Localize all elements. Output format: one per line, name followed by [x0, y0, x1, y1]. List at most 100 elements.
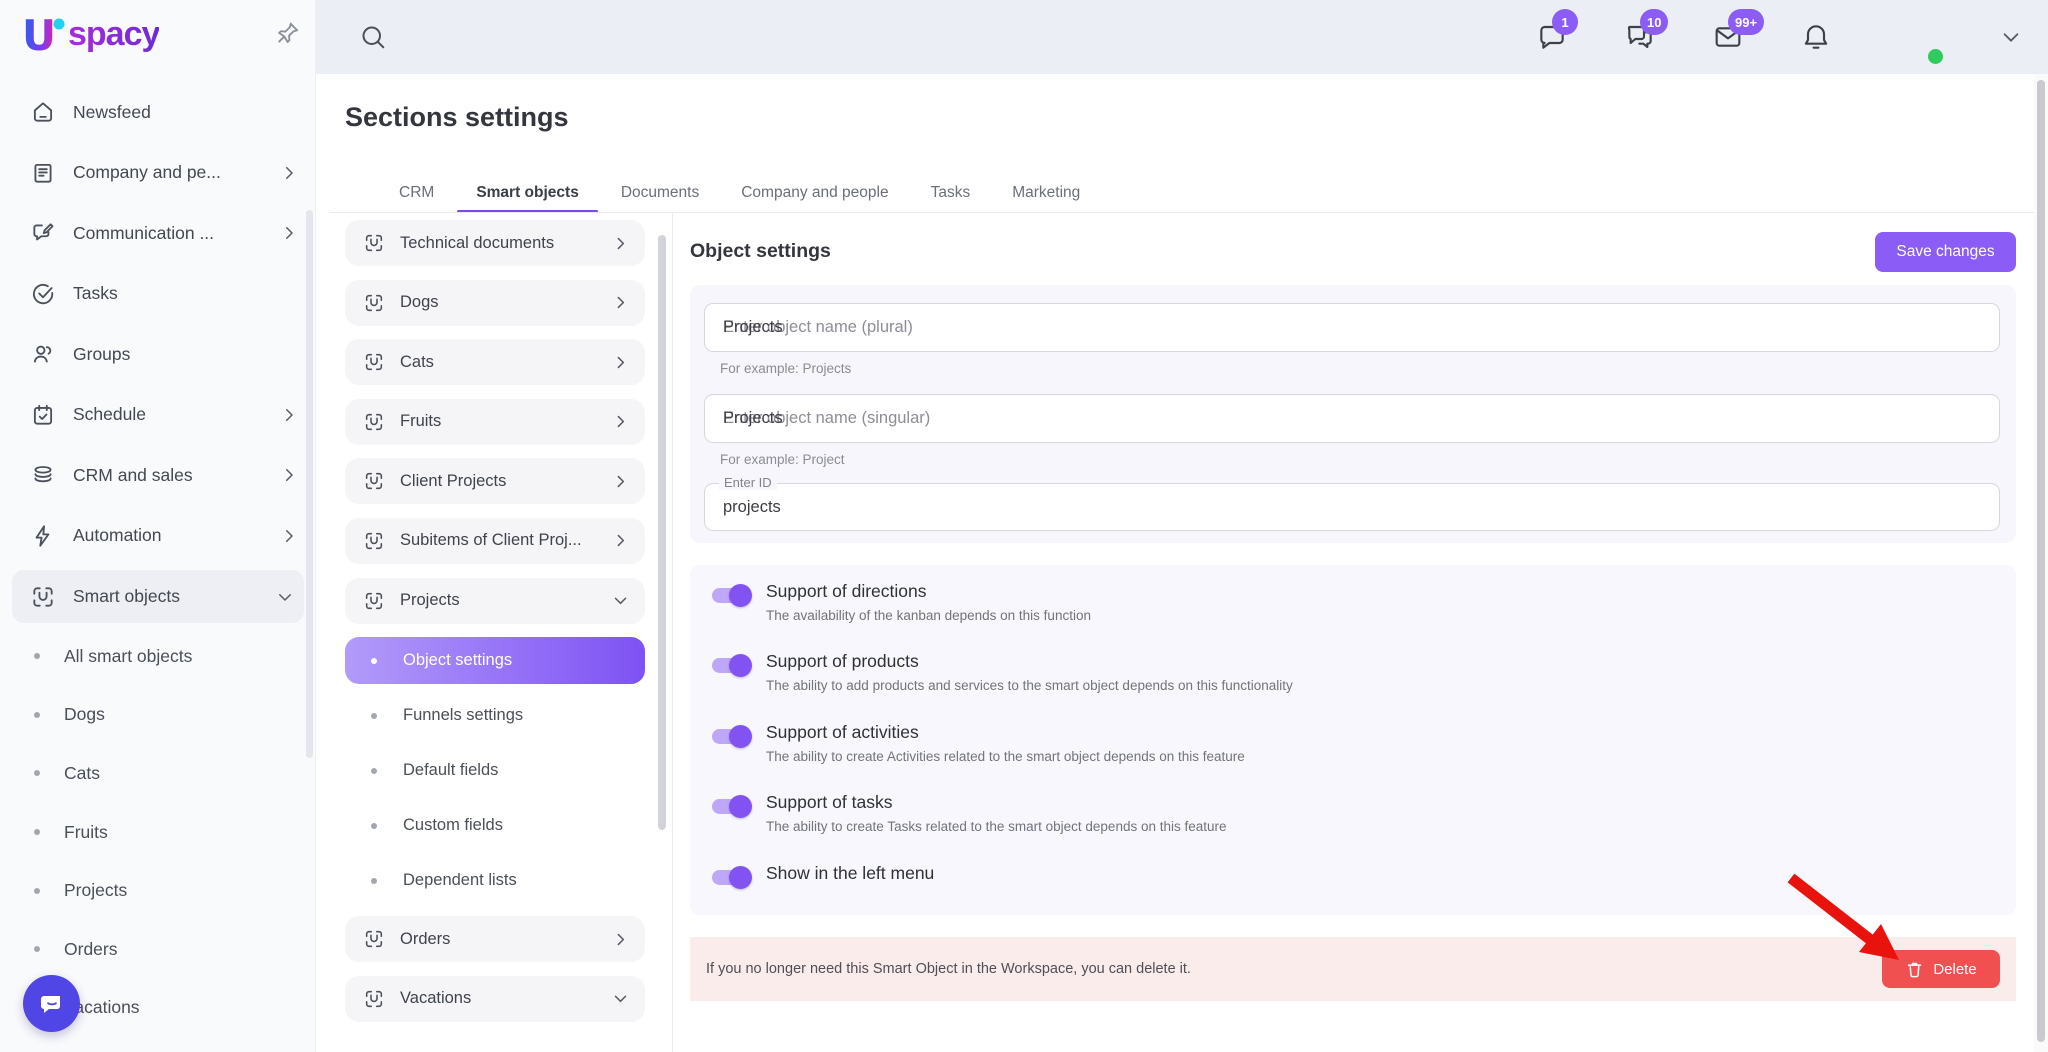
support-of-activities-toggle[interactable] — [712, 725, 752, 748]
delete-button[interactable]: Delete — [1882, 950, 2000, 988]
schedule-icon — [30, 402, 56, 428]
chevron-right-icon — [280, 466, 298, 484]
notifications-button[interactable] — [1800, 21, 1832, 53]
sidebar-subitem-dogs[interactable]: Dogs — [0, 686, 316, 745]
object-id-value: projects — [723, 497, 781, 516]
smart-object-icon — [363, 470, 385, 492]
singular-name-input[interactable]: Enter object name (singular) Projects — [704, 394, 2000, 443]
object-item-subitems-of-client-projects[interactable]: Subitems of Client Proj... — [345, 517, 645, 564]
support-of-products-toggle[interactable] — [712, 654, 752, 677]
communication-icon — [30, 220, 56, 246]
object-item-dogs[interactable]: Dogs — [345, 279, 645, 326]
user-menu-chevron-down-icon[interactable] — [2000, 26, 2022, 48]
groups-icon — [30, 341, 56, 367]
bullet-icon — [34, 946, 40, 953]
support-of-directions-toggle[interactable] — [712, 584, 752, 607]
object-item-label: Custom fields — [403, 816, 503, 835]
sidebar-subitem-all-smart-objects[interactable]: All smart objects — [0, 627, 316, 686]
sidebar-item-tasks[interactable]: Tasks — [0, 264, 316, 325]
toggle-description: The ability to create Tasks related to t… — [766, 819, 1227, 834]
toggle-label: Support of directions — [766, 581, 927, 601]
sidebar-item-communication[interactable]: Communication ... — [0, 203, 316, 264]
object-item-label: Cats — [400, 352, 434, 371]
tab-company-and-people[interactable]: Company and people — [720, 174, 909, 212]
support-of-tasks-toggle[interactable] — [712, 795, 752, 818]
toggle-label: Support of products — [766, 651, 919, 671]
smart-object-icon — [363, 232, 385, 254]
plural-name-value: Projects — [723, 318, 783, 336]
bullet-icon — [34, 887, 40, 894]
object-item-projects[interactable]: Projects — [345, 577, 645, 624]
sidebar-subitem-orders[interactable]: Orders — [0, 920, 316, 979]
sidebar-item-schedule[interactable]: Schedule — [0, 385, 316, 446]
mail-badge: 99+ — [1728, 9, 1765, 35]
object-subitem-object-settings[interactable]: Object settings — [345, 637, 645, 685]
toggle-label: Show in the left menu — [766, 863, 935, 883]
sidebar-item-company-and-people[interactable]: Company and pe... — [0, 143, 316, 204]
sidebar-item-groups[interactable]: Groups — [0, 324, 316, 385]
smart-object-icon — [363, 411, 385, 433]
save-changes-button[interactable]: Save changes — [1875, 232, 2016, 272]
object-item-orders[interactable]: Orders — [345, 916, 645, 963]
object-item-label: Subitems of Client Proj... — [400, 531, 582, 550]
object-item-technical-documents[interactable]: Technical documents — [345, 220, 645, 266]
object-item-client-projects[interactable]: Client Projects — [345, 458, 645, 505]
tab-marketing[interactable]: Marketing — [991, 174, 1101, 212]
chevron-right-icon — [612, 473, 629, 490]
object-item-label: Vacations — [400, 989, 472, 1008]
delete-message: If you no longer need this Smart Object … — [706, 961, 1191, 977]
chevron-right-icon — [280, 527, 298, 545]
left-sidebar: U spacy Newsfeed Company and pe... Commu… — [0, 0, 316, 1052]
objects-nav: Technical documents Dogs Cats Fruits Cli… — [345, 220, 645, 1035]
smart-object-icon — [363, 590, 385, 612]
plural-name-input[interactable]: Enter object name (plural) Projects — [704, 303, 2000, 352]
uspacy-logo[interactable]: U spacy — [20, 9, 160, 59]
sidebar-item-label: Automation — [73, 525, 162, 546]
object-subitem-dependent-lists[interactable]: Dependent lists — [345, 853, 645, 908]
tab-smart-objects[interactable]: Smart objects — [455, 174, 600, 213]
pin-icon[interactable] — [275, 20, 301, 46]
object-subitem-funnels-settings[interactable]: Funnels settings — [345, 688, 645, 743]
names-panel: Enter object name (plural) Projects For … — [690, 285, 2016, 543]
tab-tasks[interactable]: Tasks — [910, 174, 992, 212]
sidebar-item-label: Communication ... — [73, 222, 215, 243]
user-menu[interactable] — [1888, 9, 1944, 65]
bullet-icon — [34, 711, 40, 718]
sidebar-item-smart-objects[interactable]: Smart objects — [12, 570, 304, 623]
show-in-left-menu-toggle[interactable] — [712, 866, 752, 889]
sidebar-item-crm-and-sales[interactable]: CRM and sales — [0, 445, 316, 506]
logo-dot — [53, 18, 65, 30]
object-subitem-default-fields[interactable]: Default fields — [345, 743, 645, 798]
object-item-fruits[interactable]: Fruits — [345, 398, 645, 445]
window-scrollbar[interactable] — [2037, 80, 2045, 1042]
plural-name-helper: For example: Projects — [720, 361, 852, 376]
toggle-description: The ability to create Activities related… — [766, 749, 1245, 764]
sidebar-subitem-projects[interactable]: Projects — [0, 861, 316, 920]
object-item-vacations[interactable]: Vacations — [345, 975, 645, 1022]
team-chat-badge: 10 — [1640, 9, 1669, 35]
tab-crm[interactable]: CRM — [378, 174, 455, 212]
newsfeed-icon — [30, 99, 56, 125]
sidebar-item-automation[interactable]: Automation — [0, 506, 316, 567]
sidebar-item-newsfeed[interactable]: Newsfeed — [0, 82, 316, 143]
bullet-icon — [34, 829, 40, 836]
object-id-input[interactable]: Enter ID projects — [704, 475, 2000, 531]
sidebar-scrollbar[interactable] — [306, 210, 313, 758]
sidebar-subitem-cats[interactable]: Cats — [0, 744, 316, 803]
object-subitem-custom-fields[interactable]: Custom fields — [345, 798, 645, 853]
sidebar-subitem-fruits[interactable]: Fruits — [0, 803, 316, 862]
chat-button[interactable]: 1 — [1536, 9, 1578, 53]
tab-documents[interactable]: Documents — [600, 174, 720, 212]
mail-button[interactable]: 99+ — [1712, 9, 1765, 53]
search-icon[interactable] — [358, 22, 388, 52]
objects-nav-scrollbar[interactable] — [658, 235, 666, 830]
object-item-cats[interactable]: Cats — [345, 339, 645, 386]
smart-object-icon — [363, 928, 385, 950]
sidebar-item-label: CRM and sales — [73, 464, 193, 485]
bullet-icon — [371, 877, 377, 884]
chevron-right-icon — [280, 406, 298, 424]
sidebar-item-label: Dogs — [64, 704, 105, 725]
team-chat-button[interactable]: 10 — [1624, 9, 1669, 53]
messenger-launcher-button[interactable] — [23, 975, 80, 1032]
sidebar-nav: Newsfeed Company and pe... Communication… — [0, 82, 316, 1037]
